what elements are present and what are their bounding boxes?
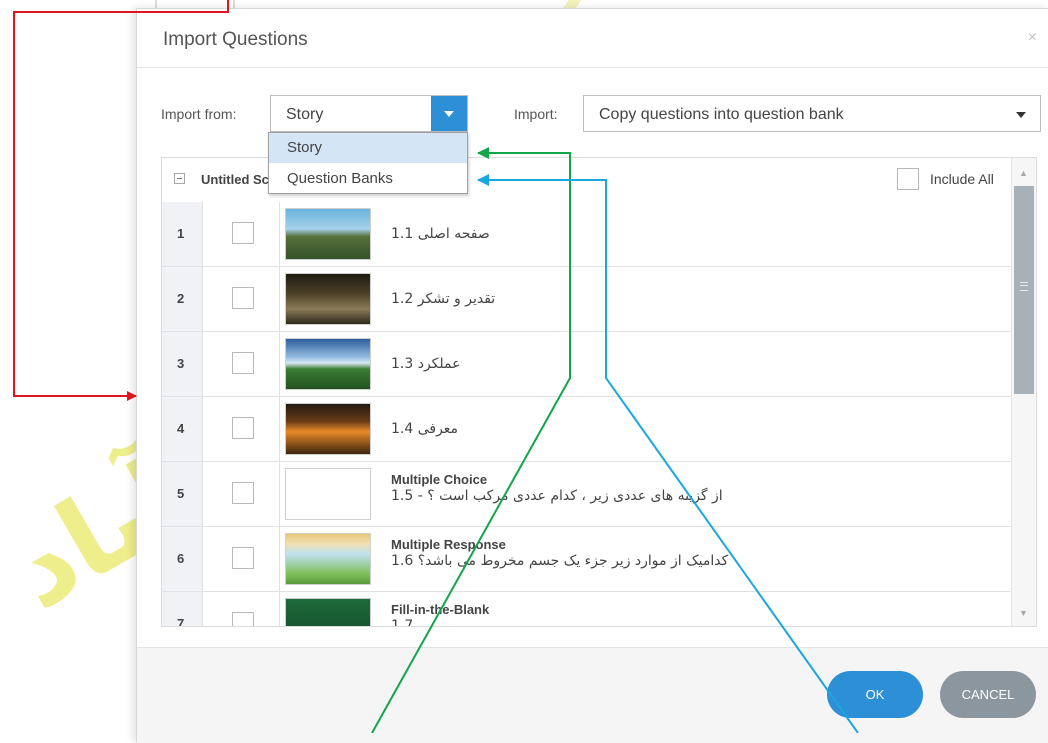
annotation-overlay [13, 0, 859, 733]
red-annotation-arrow [13, 0, 229, 401]
blue-annotation-arrow [477, 174, 859, 733]
green-annotation-arrow [371, 147, 571, 733]
